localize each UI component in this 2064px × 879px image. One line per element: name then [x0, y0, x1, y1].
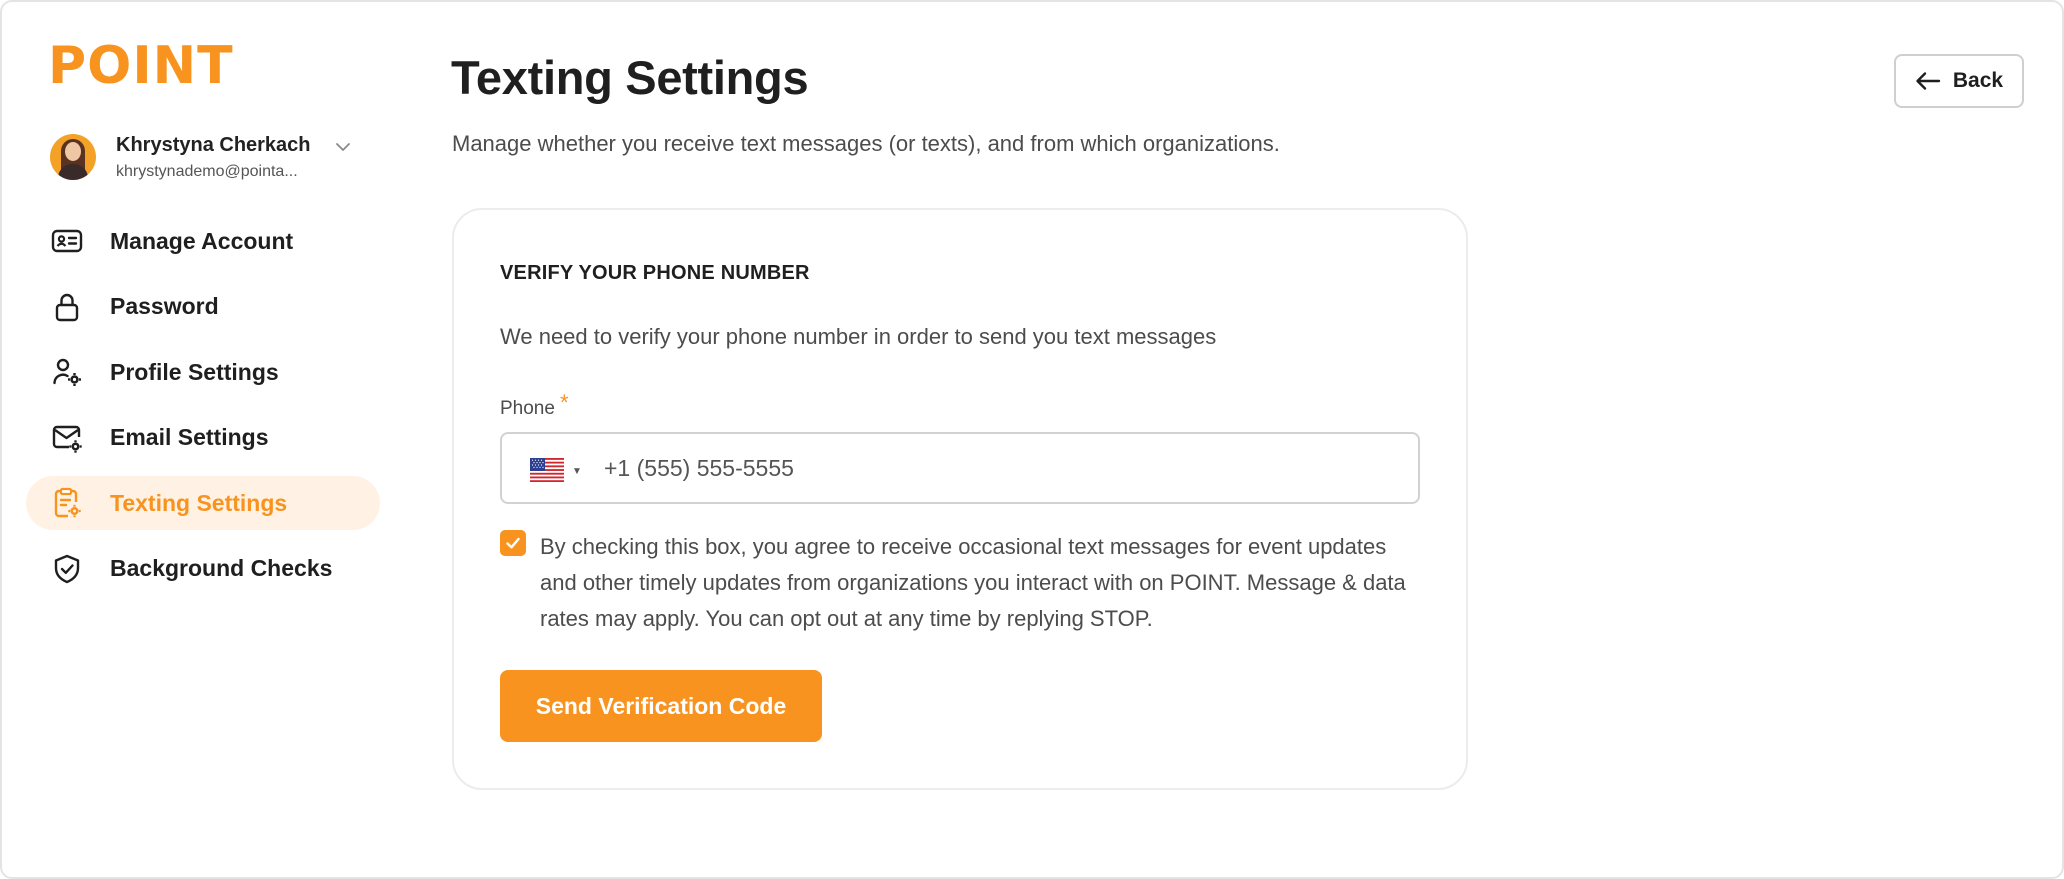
card-description: We need to verify your phone number in o…: [500, 324, 1217, 349]
sidebar-item-label: Email Settings: [110, 424, 269, 450]
sidebar-item-background-checks[interactable]: Background Checks: [26, 542, 380, 596]
sidebar-item-label: Profile Settings: [110, 358, 279, 385]
sidebar-item-profile-settings[interactable]: Profile Settings: [26, 345, 380, 399]
consent-text: By checking this box, you agree to recei…: [540, 534, 1406, 631]
back-button[interactable]: Back: [1894, 54, 2024, 108]
us-flag-icon[interactable]: [530, 458, 564, 482]
sidebar-item-manage-account[interactable]: Manage Account: [26, 214, 380, 268]
checkmark-icon: [506, 537, 520, 549]
user-name: Khrystyna Cherkach: [116, 134, 311, 156]
sidebar-item-password[interactable]: Password: [26, 280, 380, 334]
sidebar-item-label: Background Checks: [110, 555, 333, 581]
arrow-left-icon: [1916, 72, 1941, 90]
chevron-down-icon[interactable]: [334, 138, 352, 156]
send-verification-code-button[interactable]: Send Verification Code: [500, 670, 822, 742]
card-heading: VERIFY YOUR PHONE NUMBER: [500, 262, 810, 284]
phone-label-text: Phone: [500, 398, 555, 419]
required-mark: *: [559, 390, 569, 415]
sidebar-item-label: Texting Settings: [110, 489, 288, 516]
shield-check-icon: [50, 552, 84, 586]
sidebar-nav: Manage Account Password Profile Settings…: [26, 214, 380, 607]
user-email: khrystynademo@pointa...: [116, 163, 298, 180]
mail-gear-icon: [50, 421, 84, 455]
sidebar-item-email-settings[interactable]: Email Settings: [26, 411, 380, 465]
clipboard-gear-icon: [50, 486, 84, 520]
user-gear-icon: [50, 355, 84, 389]
sidebar-item-label: Password: [110, 293, 219, 319]
point-logo[interactable]: POINT: [48, 40, 234, 92]
phone-label: Phone *: [500, 390, 569, 420]
page-title: Texting Settings: [451, 51, 809, 104]
id-card-icon: [50, 224, 84, 258]
phone-input[interactable]: [604, 448, 1384, 488]
sidebar-item-texting-settings[interactable]: Texting Settings: [26, 476, 380, 530]
consent-checkbox[interactable]: [500, 530, 526, 556]
page-subtitle: Manage whether you receive text messages…: [452, 131, 1280, 156]
phone-field: ▼: [500, 432, 1420, 504]
back-button-label: Back: [1952, 69, 2004, 92]
user-menu[interactable]: Khrystyna Cherkach khrystynademo@pointa.…: [50, 132, 360, 184]
app-window: POINT Khrystyna Cherkach khrystynademo@p…: [0, 0, 2064, 879]
country-dropdown-caret-icon[interactable]: ▼: [572, 466, 582, 477]
sidebar-item-label: Manage Account: [110, 227, 294, 254]
lock-icon: [50, 290, 84, 324]
avatar: [50, 134, 96, 180]
verify-phone-card: VERIFY YOUR PHONE NUMBER We need to veri…: [452, 208, 1468, 790]
